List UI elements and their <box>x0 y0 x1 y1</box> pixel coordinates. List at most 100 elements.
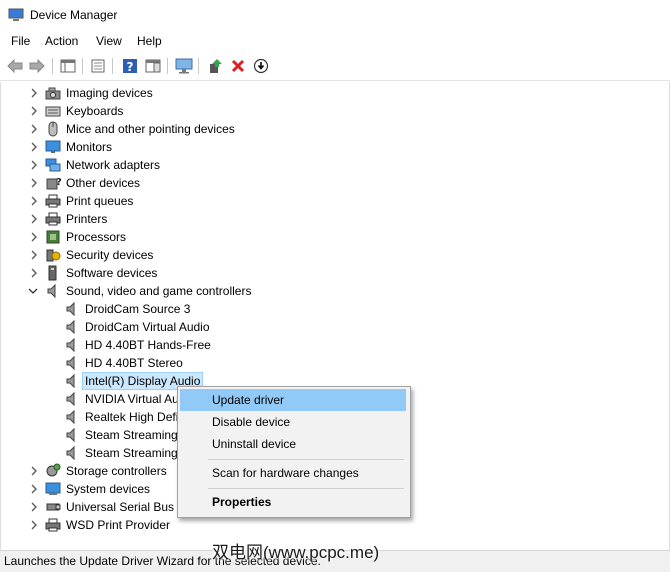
chevron-right-icon[interactable] <box>29 213 39 225</box>
processor-icon <box>46 230 60 244</box>
tree-item-printers[interactable]: Printers <box>1 210 661 228</box>
software-device-icon <box>48 265 57 281</box>
speaker-icon <box>66 427 75 443</box>
chevron-right-icon[interactable] <box>29 249 39 261</box>
svg-text:?: ? <box>56 177 61 188</box>
tree-item-label: Security devices <box>66 248 154 262</box>
action-pane-icon[interactable] <box>143 56 163 76</box>
toolbar: ? <box>0 53 670 81</box>
speaker-icon <box>66 373 75 389</box>
tree-child-label: Realtek High Defi <box>85 410 179 424</box>
tree-item-mice[interactable]: Mice and other pointing devices <box>1 120 661 138</box>
tree-item-label: Network adapters <box>66 158 161 172</box>
watermark: 双电网(www.pcpc.me) <box>212 543 380 562</box>
chevron-right-icon[interactable] <box>29 195 39 207</box>
speaker-icon <box>66 355 75 371</box>
chevron-right-icon[interactable] <box>29 501 39 513</box>
menu-item-uninstall-device[interactable]: Uninstall device <box>180 433 406 455</box>
chevron-right-icon[interactable] <box>29 519 39 531</box>
speaker-icon <box>66 301 75 317</box>
back-arrow-icon[interactable] <box>5 56 25 76</box>
usb-icon <box>46 503 61 511</box>
mouse-icon <box>48 121 58 137</box>
menu-item-update-driver[interactable]: Update driver <box>180 389 406 411</box>
menu-item-disable-device[interactable]: Disable device <box>180 411 406 433</box>
tree-item-wsd-print-provider[interactable]: WSD Print Provider <box>1 516 661 534</box>
menu-file[interactable]: File <box>11 34 30 48</box>
speaker-icon <box>47 283 56 299</box>
print-queue-icon <box>45 194 61 208</box>
tree-item-other-devices[interactable]: ? Other devices <box>1 174 661 192</box>
tree-item-label: Universal Serial Bus c <box>66 500 184 514</box>
chevron-right-icon[interactable] <box>29 465 39 477</box>
tree-item-label: Sound, video and game controllers <box>66 284 252 298</box>
speaker-icon <box>66 409 75 425</box>
toolbar-separator <box>112 58 113 74</box>
network-icon <box>45 158 61 172</box>
menu-item-scan-hardware[interactable]: Scan for hardware changes <box>180 462 406 484</box>
printer-icon <box>45 212 61 226</box>
download-circle-icon[interactable] <box>251 56 271 76</box>
tree-child-hd-stereo[interactable]: HD 4.40BT Stereo <box>1 354 661 372</box>
chevron-right-icon[interactable] <box>29 141 39 153</box>
speaker-icon <box>66 445 75 461</box>
tree-item-security-devices[interactable]: Security devices <box>1 246 661 264</box>
help-icon[interactable]: ? <box>120 56 140 76</box>
tree-item-label: Keyboards <box>66 104 124 118</box>
chevron-right-icon[interactable] <box>29 159 39 171</box>
tree-child-label: DroidCam Source 3 <box>85 302 191 316</box>
tree-child-label: HD 4.40BT Stereo <box>85 356 183 370</box>
tree-item-processors[interactable]: Processors <box>1 228 661 246</box>
tree-item-label: Mice and other pointing devices <box>66 122 235 136</box>
menu-view[interactable]: View <box>96 34 122 48</box>
menu-help[interactable]: Help <box>137 34 162 48</box>
title-bar: Device Manager <box>0 0 670 30</box>
toolbar-separator <box>167 58 168 74</box>
forward-arrow-icon[interactable] <box>27 56 47 76</box>
speaker-icon <box>66 337 75 353</box>
chevron-right-icon[interactable] <box>29 87 39 99</box>
tree-item-sound-video-game[interactable]: Sound, video and game controllers <box>1 282 661 300</box>
tree-item-label: WSD Print Provider <box>66 518 171 532</box>
context-menu: Update driver Disable device Uninstall d… <box>177 386 411 518</box>
tree-item-print-queues[interactable]: Print queues <box>1 192 661 210</box>
toolbar-separator <box>198 58 199 74</box>
tree-child-droidcam-virtual-audio[interactable]: DroidCam Virtual Audio <box>1 318 661 336</box>
properties-sheet-icon[interactable] <box>88 56 108 76</box>
tree-item-network-adapters[interactable]: Network adapters <box>1 156 661 174</box>
update-driver-icon[interactable] <box>205 56 225 76</box>
tree-child-hd-hands-free[interactable]: HD 4.40BT Hands-Free <box>1 336 661 354</box>
tree-item-label: Print queues <box>66 194 134 208</box>
svg-text:?: ? <box>127 60 134 74</box>
uninstall-device-icon[interactable] <box>228 56 248 76</box>
chevron-right-icon[interactable] <box>29 231 39 243</box>
toolbar-separator <box>52 58 53 74</box>
speaker-icon <box>66 319 75 335</box>
chevron-right-icon[interactable] <box>29 267 39 279</box>
toolbar-separator <box>82 58 83 74</box>
chevron-right-icon[interactable] <box>29 177 39 189</box>
window-title: Device Manager <box>30 8 118 22</box>
printer-icon <box>45 518 61 532</box>
tree-item-software-devices[interactable]: Software devices <box>1 264 661 282</box>
chevron-right-icon[interactable] <box>29 105 39 117</box>
chevron-right-icon[interactable] <box>29 123 39 135</box>
tree-item-label: Other devices <box>66 176 141 190</box>
tree-child-droidcam-source[interactable]: DroidCam Source 3 <box>1 300 661 318</box>
menu-separator <box>208 488 404 489</box>
tree-child-label: NVIDIA Virtual Au <box>85 392 179 406</box>
show-hide-console-tree-icon[interactable] <box>58 56 78 76</box>
menu-action[interactable]: Action <box>45 34 78 48</box>
device-manager-icon <box>8 8 24 25</box>
tree-child-label: Steam Streaming <box>85 428 178 442</box>
security-icon <box>46 249 61 262</box>
scan-hardware-icon[interactable] <box>174 56 194 76</box>
chevron-down-icon[interactable] <box>28 285 38 297</box>
chevron-right-icon[interactable] <box>29 483 39 495</box>
tree-child-label: Steam Streaming <box>85 446 178 460</box>
tree-item-monitors[interactable]: Monitors <box>1 138 661 156</box>
menu-item-properties[interactable]: Properties <box>180 491 406 513</box>
tree-item-imaging-devices[interactable]: Imaging devices <box>1 84 661 102</box>
tree-item-keyboards[interactable]: Keyboards <box>1 102 661 120</box>
speaker-icon <box>66 391 75 407</box>
